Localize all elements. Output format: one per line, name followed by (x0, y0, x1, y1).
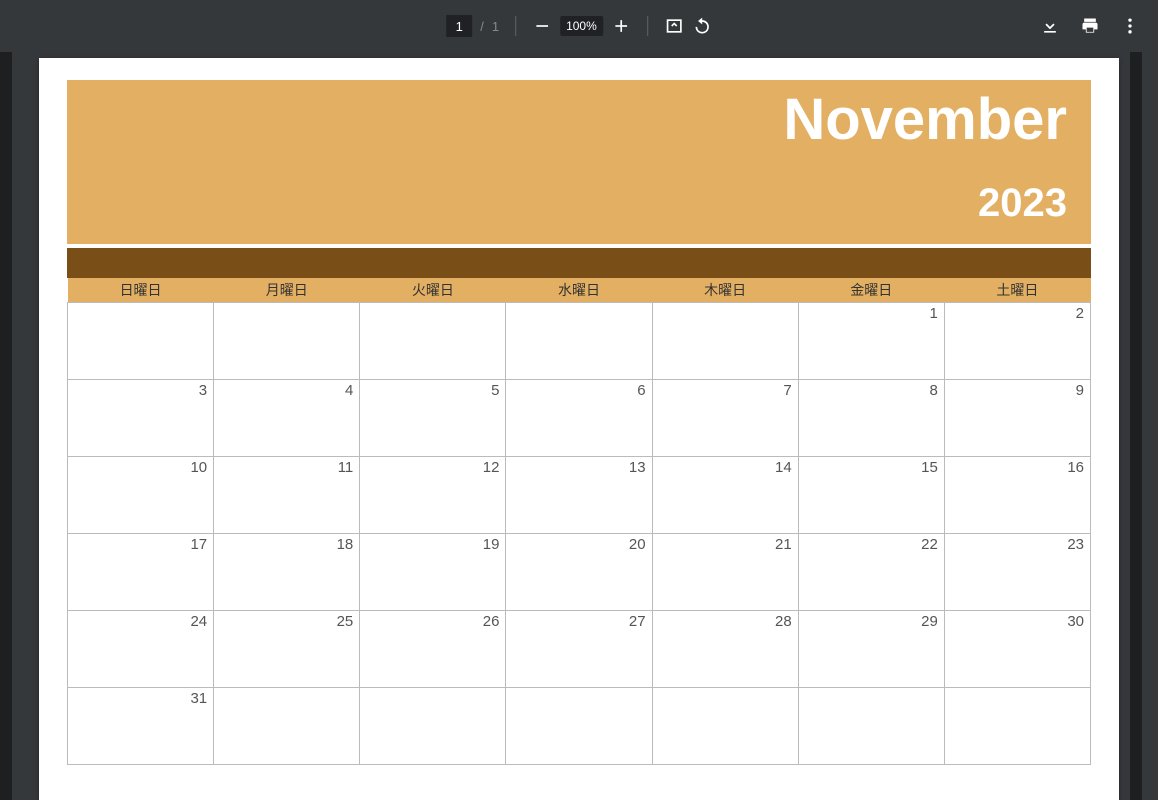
calendar-day-cell: 29 (798, 610, 944, 687)
day-header: 金曜日 (798, 278, 944, 303)
calendar-week-row: 12 (68, 302, 1091, 379)
calendar-week-row: 10111213141516 (68, 456, 1091, 533)
calendar-day-cell: 5 (360, 379, 506, 456)
toolbar-divider (515, 16, 516, 36)
day-header: 木曜日 (652, 278, 798, 303)
zoom-level: 100% (560, 16, 603, 36)
zoom-in-button[interactable] (611, 16, 631, 36)
day-header: 火曜日 (360, 278, 506, 303)
calendar-day-cell: 13 (506, 456, 652, 533)
calendar-day-cell: 26 (360, 610, 506, 687)
day-header: 日曜日 (68, 278, 214, 303)
page-total: 1 (492, 19, 499, 34)
print-button[interactable] (1080, 16, 1100, 36)
calendar-day-cell: 24 (68, 610, 214, 687)
download-button[interactable] (1040, 16, 1060, 36)
calendar-day-cell: 12 (360, 456, 506, 533)
calendar-day-cell: 28 (652, 610, 798, 687)
calendar-day-cell: 7 (652, 379, 798, 456)
calendar-day-cell: 4 (214, 379, 360, 456)
calendar-week-row: 31 (68, 687, 1091, 764)
zoom-out-button[interactable] (532, 16, 552, 36)
calendar-day-cell: 6 (506, 379, 652, 456)
calendar-day-cell: 1 (798, 302, 944, 379)
toolbar: / 1 100% (0, 0, 1158, 52)
day-header: 月曜日 (214, 278, 360, 303)
page-number-input[interactable] (446, 15, 472, 37)
page-area[interactable]: November 2023 日曜日 月曜日 火曜日 水曜日 木曜日 金曜日 土曜… (0, 52, 1158, 800)
calendar-day-cell (360, 302, 506, 379)
calendar-day-cell: 2 (944, 302, 1090, 379)
toolbar-right (1040, 16, 1146, 36)
calendar-day-cell (360, 687, 506, 764)
calendar-day-cell (214, 302, 360, 379)
more-menu-button[interactable] (1120, 16, 1140, 36)
calendar-day-cell: 8 (798, 379, 944, 456)
day-header: 水曜日 (506, 278, 652, 303)
calendar-day-cell: 27 (506, 610, 652, 687)
calendar-day-cell: 14 (652, 456, 798, 533)
toolbar-divider (647, 16, 648, 36)
pdf-viewer: / 1 100% November 2023 (0, 0, 1158, 800)
toolbar-center: / 1 100% (446, 0, 712, 52)
calendar-day-cell: 17 (68, 533, 214, 610)
calendar-day-cell: 20 (506, 533, 652, 610)
calendar-day-cell: 23 (944, 533, 1090, 610)
fit-page-button[interactable] (664, 16, 684, 36)
calendar-day-cell: 15 (798, 456, 944, 533)
calendar-day-cell: 3 (68, 379, 214, 456)
calendar-day-cell (214, 687, 360, 764)
document-page: November 2023 日曜日 月曜日 火曜日 水曜日 木曜日 金曜日 土曜… (39, 58, 1119, 800)
calendar-day-cell: 30 (944, 610, 1090, 687)
calendar-day-cell (68, 302, 214, 379)
calendar-day-cell: 16 (944, 456, 1090, 533)
calendar-week-row: 3456789 (68, 379, 1091, 456)
calendar-year: 2023 (91, 181, 1067, 226)
calendar-day-cell: 25 (214, 610, 360, 687)
calendar-day-cell: 11 (214, 456, 360, 533)
calendar-day-cell (506, 687, 652, 764)
page-separator: / (480, 19, 484, 34)
page-shadow (1130, 52, 1142, 800)
calendar-day-cell (506, 302, 652, 379)
page-shadow (0, 52, 12, 800)
calendar-table: 日曜日 月曜日 火曜日 水曜日 木曜日 金曜日 土曜日 123456789101… (67, 278, 1091, 765)
calendar-day-cell: 9 (944, 379, 1090, 456)
calendar-day-cell (798, 687, 944, 764)
calendar-day-cell (944, 687, 1090, 764)
calendar-header: November 2023 (67, 80, 1091, 244)
calendar-accent-bar (67, 248, 1091, 278)
calendar-day-header-row: 日曜日 月曜日 火曜日 水曜日 木曜日 金曜日 土曜日 (68, 278, 1091, 303)
calendar-month: November (91, 90, 1067, 151)
rotate-button[interactable] (692, 16, 712, 36)
calendar-week-row: 17181920212223 (68, 533, 1091, 610)
day-header: 土曜日 (944, 278, 1090, 303)
calendar-day-cell: 22 (798, 533, 944, 610)
calendar-day-cell: 10 (68, 456, 214, 533)
calendar-week-row: 24252627282930 (68, 610, 1091, 687)
calendar-day-cell: 21 (652, 533, 798, 610)
calendar-body: 1234567891011121314151617181920212223242… (68, 302, 1091, 764)
calendar-day-cell: 31 (68, 687, 214, 764)
calendar-day-cell: 19 (360, 533, 506, 610)
calendar-day-cell (652, 302, 798, 379)
calendar-day-cell: 18 (214, 533, 360, 610)
calendar-day-cell (652, 687, 798, 764)
